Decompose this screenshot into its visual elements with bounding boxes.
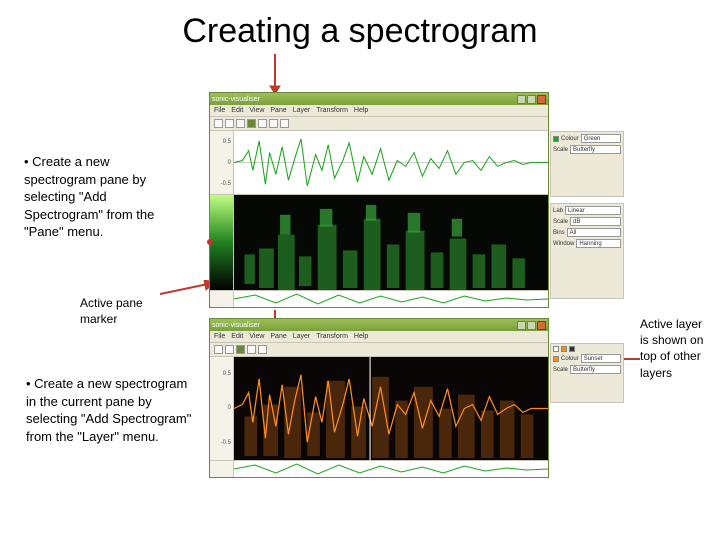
slide-title: Creating a spectrogram [0,12,720,51]
layer-properties-panel-2: LabLinear ScaledB BinsAll WindowHanning [550,203,624,299]
colour-dropdown[interactable]: Sunset [581,354,621,363]
arrow-to-pane-menu [268,54,282,94]
tool-icon[interactable] [214,345,223,354]
spectrogram-pane[interactable] [234,195,548,290]
menu-file[interactable]: File [214,333,225,340]
menu-help[interactable]: Help [354,107,368,114]
menu-pane[interactable]: Pane [270,333,286,340]
menu-pane[interactable]: Pane [270,107,286,114]
window-title: sonic-visualiser [212,96,260,103]
overview-ruler [210,291,234,307]
side-label: Bins [553,230,565,236]
label-active-layer: Active layer is shown on top of other la… [640,316,712,381]
side-label: Scale [553,147,568,153]
layer-tab-icon[interactable] [561,346,567,352]
lab-dropdown[interactable]: Linear [565,206,621,215]
layer-properties-panel: ColourGreen ScaleButterfly [550,131,624,197]
colour-swatch-icon [553,136,559,142]
waveform-ruler: 0.50-0.5 [210,131,234,194]
menu-transform[interactable]: Transform [316,107,348,114]
tool-icon[interactable] [269,119,278,128]
menu-view[interactable]: View [249,333,264,340]
side-label: Window [553,241,574,247]
layer-tab-icon[interactable] [553,346,559,352]
tool-icon[interactable] [280,119,289,128]
tool-icon[interactable] [214,119,223,128]
bullet-layer-menu: • Create a new spectrogram in the curren… [26,375,196,445]
layer-properties-panel: ColourSunset ScaleButterfly [550,343,624,403]
active-pane-marker-dot [207,239,213,245]
scale-dropdown[interactable]: Butterfly [570,145,621,154]
menu-layer[interactable]: Layer [293,333,311,340]
label-active-pane-marker: Active pane marker [80,296,143,327]
side-label: Scale [553,367,568,373]
tool-icon[interactable] [247,345,256,354]
tool-icon[interactable] [225,345,234,354]
play-icon[interactable] [236,345,245,354]
scale-dropdown[interactable]: Butterfly [570,365,621,374]
spectro-ruler [210,195,234,290]
window-dropdown[interactable]: Hanning [576,239,621,248]
overview-ruler [210,461,234,477]
colour-dropdown[interactable]: Green [581,134,621,143]
overview-pane[interactable] [234,291,548,307]
minimize-icon[interactable] [517,95,526,104]
combined-pane[interactable] [234,357,548,460]
screenshot-window-1: sonic-visualiser File Edit View Pane Lay… [209,92,549,308]
window-titlebar: sonic-visualiser [210,93,548,105]
layer-tab-icon[interactable] [569,346,575,352]
colour-swatch-icon [553,356,559,362]
combined-ruler: 0.50-0.5 [210,357,234,460]
bins-dropdown[interactable]: All [567,228,621,237]
menu-edit[interactable]: Edit [231,107,243,114]
menu-bar: File Edit View Pane Layer Transform Help [210,105,548,117]
menu-edit[interactable]: Edit [231,333,243,340]
arrow-to-active-marker [160,280,216,298]
menu-file[interactable]: File [214,107,225,114]
menu-help[interactable]: Help [354,333,368,340]
close-icon[interactable] [537,321,546,330]
window-titlebar: sonic-visualiser [210,319,548,331]
close-icon[interactable] [537,95,546,104]
tool-icon[interactable] [225,119,234,128]
side-label: Colour [561,356,579,362]
toolbar [210,343,548,357]
menu-view[interactable]: View [249,107,264,114]
window-title: sonic-visualiser [212,322,260,329]
minimize-icon[interactable] [517,321,526,330]
maximize-icon[interactable] [527,321,536,330]
menu-bar: File Edit View Pane Layer Transform Help [210,331,548,343]
bullet-pane-menu: • Create a new spectrogram pane by selec… [24,153,184,241]
side-label: Scale [553,219,568,225]
menu-layer[interactable]: Layer [293,107,311,114]
tool-icon[interactable] [236,119,245,128]
toolbar [210,117,548,131]
waveform-pane-green[interactable] [234,131,548,194]
tool-icon[interactable] [258,119,267,128]
tool-icon[interactable] [258,345,267,354]
screenshot-window-2: sonic-visualiser File Edit View Pane Lay… [209,318,549,478]
maximize-icon[interactable] [527,95,536,104]
scale2-dropdown[interactable]: dB [570,217,621,226]
side-label: Lab [553,208,563,214]
menu-transform[interactable]: Transform [316,333,348,340]
side-label: Colour [561,136,579,142]
play-icon[interactable] [247,119,256,128]
overview-pane[interactable] [234,461,548,477]
